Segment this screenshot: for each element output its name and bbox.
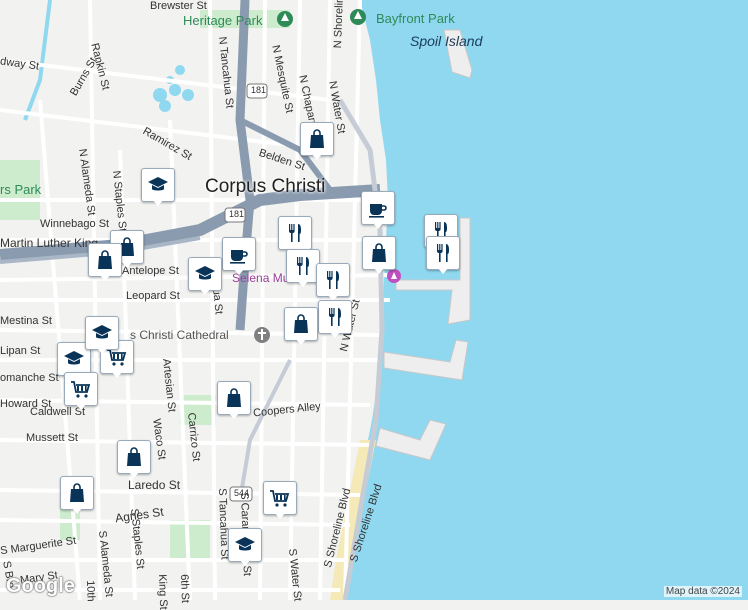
street-label: Laredo St <box>128 478 181 492</box>
shopping-bag-marker[interactable] <box>217 381 251 419</box>
shopping-bag-icon <box>98 250 112 269</box>
coffee-marker[interactable] <box>222 237 256 275</box>
shopping-bag-marker[interactable] <box>60 476 94 514</box>
street-label: Leopard St <box>126 290 180 302</box>
shopping-bag-marker[interactable] <box>88 243 122 281</box>
shopping-bag-icon <box>310 129 324 148</box>
shopping-bag-marker[interactable] <box>300 122 334 160</box>
school-icon <box>148 177 168 191</box>
restaurant-icon <box>289 224 301 242</box>
school-marker[interactable] <box>228 528 262 566</box>
street-label: King St <box>156 574 170 610</box>
coffee-icon <box>369 204 387 218</box>
map-canvas[interactable]: Corpus Christi Spoil Island Heritage Par… <box>0 0 748 610</box>
school-marker[interactable] <box>85 316 119 354</box>
highway-181-shield: 181 <box>229 209 245 219</box>
street-label: Mestina St <box>0 315 52 327</box>
street-label: Winnebago St <box>40 218 110 230</box>
grocery-cart-icon <box>270 490 290 507</box>
street-label: 10th <box>84 580 97 602</box>
grocery-cart-icon <box>71 381 91 398</box>
shopping-bag-icon <box>372 243 386 262</box>
street-label: omanche St <box>0 372 59 384</box>
school-icon <box>235 537 255 551</box>
bay-water <box>334 0 748 600</box>
restaurant-icon <box>327 271 339 289</box>
restaurant-marker[interactable] <box>426 236 460 274</box>
shopping-bag-marker[interactable] <box>284 307 318 345</box>
coffee-icon <box>230 250 248 264</box>
shopping-bag-icon <box>70 483 84 502</box>
shopping-bag-icon <box>127 447 141 466</box>
restaurant-icon <box>329 308 341 326</box>
school-marker[interactable] <box>141 168 175 206</box>
spoil-island-label: Spoil Island <box>410 33 483 49</box>
restaurant-marker[interactable] <box>286 249 320 287</box>
city-label: Corpus Christi <box>205 176 326 197</box>
grocery-cart-marker[interactable] <box>263 481 297 519</box>
street-label: Mussett St <box>26 432 78 444</box>
shopping-bag-icon <box>227 388 241 407</box>
shopping-bag-marker[interactable] <box>362 236 396 274</box>
shopping-bag-icon <box>294 314 308 333</box>
cathedral-label[interactable]: s Christi Cathedral <box>130 328 229 342</box>
grocery-cart-marker[interactable] <box>64 372 98 410</box>
school-marker[interactable] <box>188 257 222 295</box>
west-park-label[interactable]: rs Park <box>0 182 41 197</box>
school-icon <box>92 325 112 339</box>
street-label: Brewster St <box>150 0 207 12</box>
restaurant-marker[interactable] <box>318 300 352 338</box>
map-data-credit: Map data ©2024 <box>663 586 742 597</box>
school-icon <box>64 351 84 365</box>
bayfront-park-label[interactable]: Bayfront Park <box>376 11 455 26</box>
restaurant-marker[interactable] <box>316 263 350 301</box>
heritage-park-label[interactable]: Heritage Park <box>183 13 262 28</box>
highway-544-shield: 544 <box>234 488 250 498</box>
coffee-marker[interactable] <box>361 191 395 229</box>
street-label: Lipan St <box>0 345 41 357</box>
school-icon <box>195 266 215 280</box>
restaurant-icon <box>437 244 449 262</box>
restaurant-icon <box>297 257 309 275</box>
google-logo: Google <box>6 575 75 597</box>
street-label: 6th St <box>178 574 192 604</box>
shopping-bag-marker[interactable] <box>117 440 151 478</box>
street-label: Martin Luther King <box>0 236 99 250</box>
highway-181-shield: 181 <box>251 85 267 95</box>
